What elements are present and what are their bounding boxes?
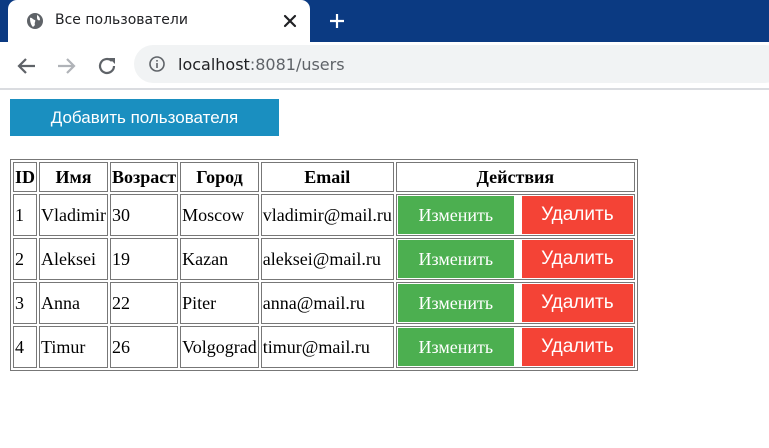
edit-button[interactable]: Изменить [397,284,514,322]
table-header-row: ID Имя Возраст Город Email Действия [13,162,635,192]
globe-icon [27,13,43,29]
close-icon[interactable] [282,13,298,29]
url-host: localhost [178,55,250,74]
browser-toolbar: localhost:8081/users [0,42,769,90]
header-city: Город [180,162,259,192]
table-row: 1 Vladimir 30 Moscow vladimir@mail.ru Из… [13,194,635,236]
delete-button[interactable]: Удалить [521,240,633,278]
cell-name: Vladimir [39,194,109,236]
browser-tab[interactable]: Все пользователи [8,0,310,42]
cell-email: anna@mail.ru [260,282,394,324]
edit-button[interactable]: Изменить [397,328,514,366]
table-row: 2 Aleksei 19 Kazan aleksei@mail.ru Измен… [13,238,635,280]
cell-name: Anna [39,282,109,324]
cell-actions: Изменить Удалить [395,194,635,236]
edit-button[interactable]: Изменить [397,240,514,278]
plus-icon[interactable] [328,12,346,30]
cell-actions: Изменить Удалить [395,282,635,324]
address-bar[interactable]: localhost:8081/users [134,45,769,83]
cell-city: Kazan [180,238,259,280]
cell-email: vladimir@mail.ru [260,194,394,236]
cell-age: 19 [110,238,179,280]
tab-title: Все пользователи [55,12,188,28]
cell-id: 4 [13,326,38,368]
delete-button[interactable]: Удалить [521,196,633,234]
cell-age: 30 [110,194,179,236]
cell-city: Piter [180,282,259,324]
url-text: localhost:8081/users [178,55,345,74]
header-actions: Действия [395,162,635,192]
url-path: :8081/users [249,55,345,74]
cell-id: 3 [13,282,38,324]
cell-city: Moscow [180,194,259,236]
cell-id: 1 [13,194,38,236]
table-row: 4 Timur 26 Volgograd timur@mail.ru Измен… [13,326,635,368]
table-row: 3 Anna 22 Piter anna@mail.ru Изменить Уд… [13,282,635,324]
info-icon[interactable] [149,56,165,72]
cell-actions: Изменить Удалить [395,326,635,368]
reload-icon[interactable] [96,55,118,77]
cell-age: 26 [110,326,179,368]
header-email: Email [260,162,394,192]
cell-actions: Изменить Удалить [395,238,635,280]
back-arrow-icon[interactable] [16,55,38,77]
cell-email: timur@mail.ru [260,326,394,368]
header-id: ID [13,162,38,192]
header-age: Возраст [110,162,179,192]
delete-button[interactable]: Удалить [521,284,633,322]
cell-name: Timur [39,326,109,368]
add-user-button[interactable]: Добавить пользователя [10,99,279,136]
cell-city: Volgograd [180,326,259,368]
cell-age: 22 [110,282,179,324]
delete-button[interactable]: Удалить [521,328,633,366]
tab-strip: Все пользователи [0,0,769,42]
cell-email: aleksei@mail.ru [260,238,394,280]
users-table: ID Имя Возраст Город Email Действия 1 Vl… [10,159,638,371]
header-name: Имя [39,162,109,192]
cell-name: Aleksei [39,238,109,280]
forward-arrow-icon[interactable] [55,55,77,77]
edit-button[interactable]: Изменить [397,196,514,234]
cell-id: 2 [13,238,38,280]
